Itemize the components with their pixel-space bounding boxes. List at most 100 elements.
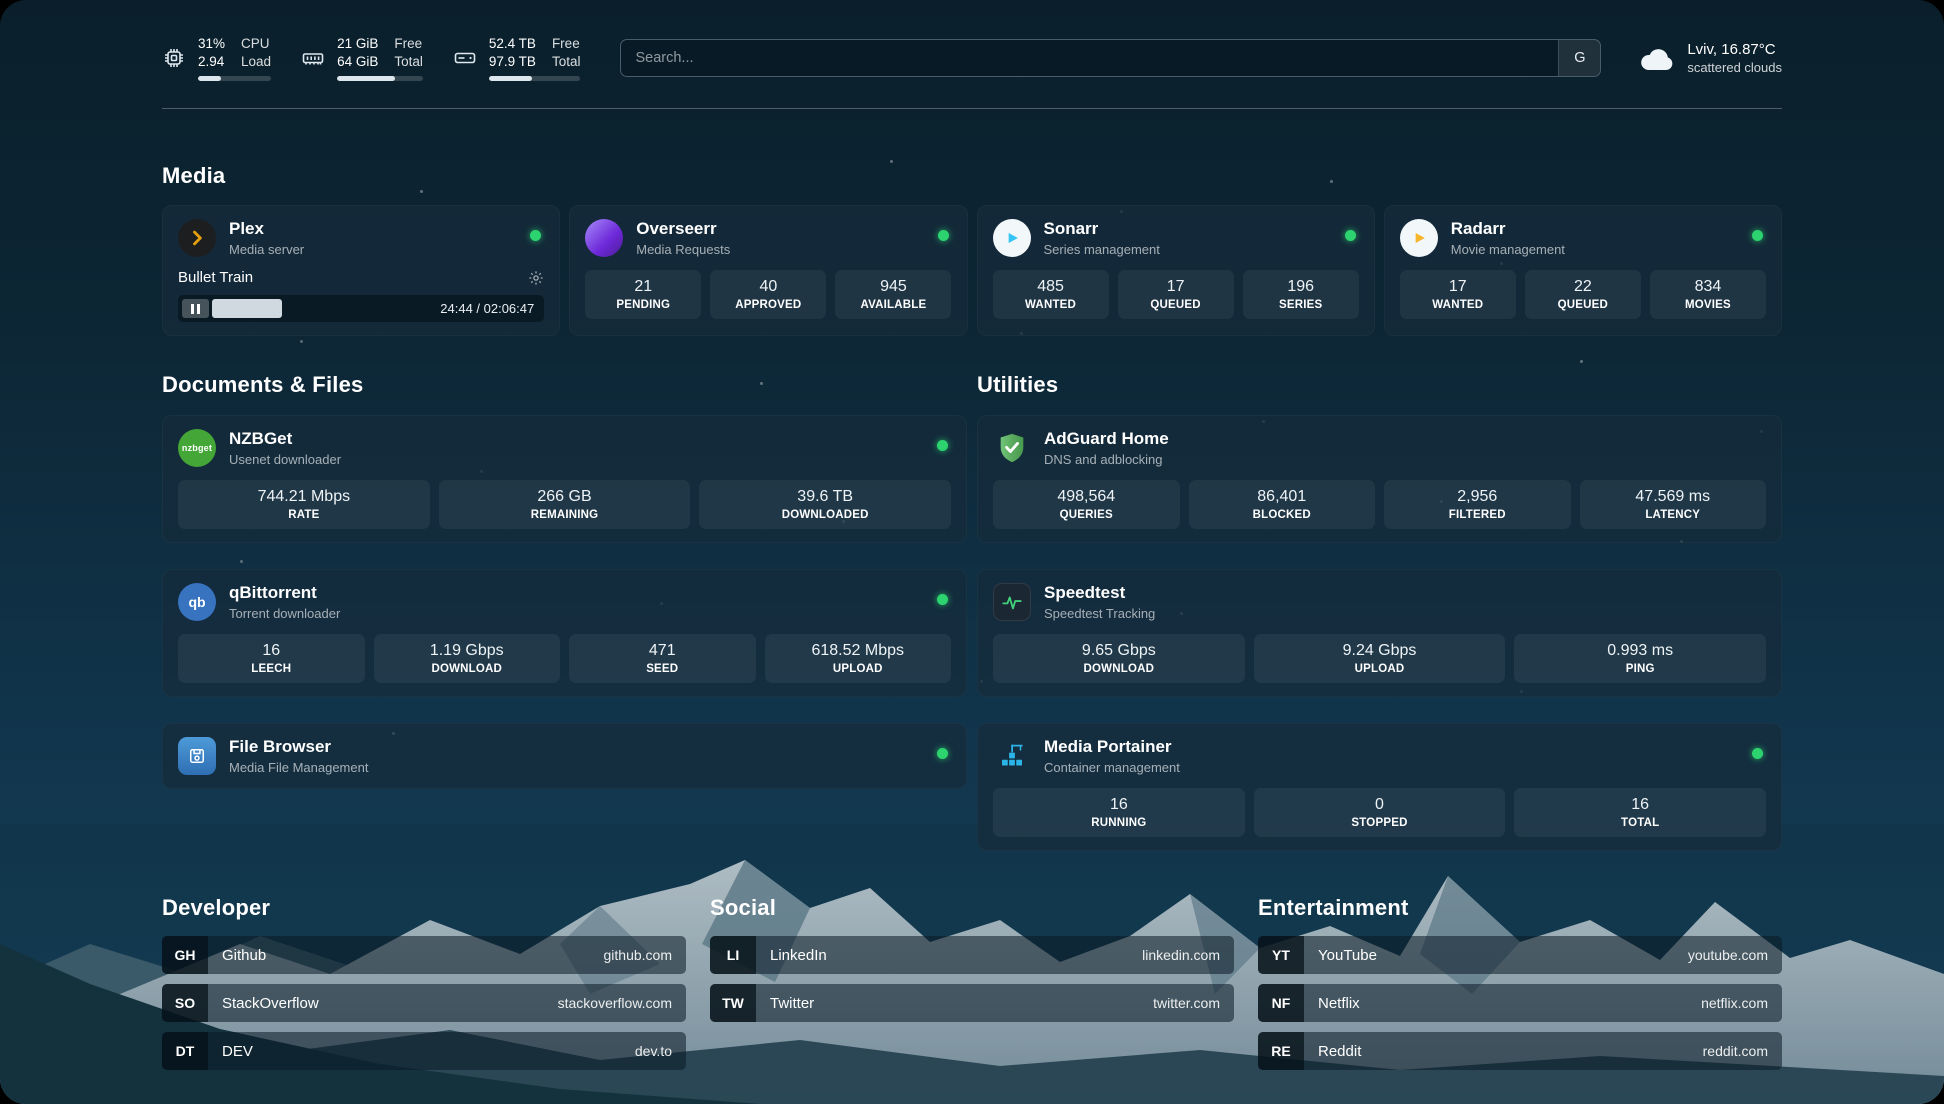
bookmark-netflix[interactable]: NFNetflixnetflix.com (1258, 984, 1782, 1022)
bookmark-name: LinkedIn (756, 947, 827, 964)
memory-free-value: 21 GiB (337, 35, 378, 53)
stat-label: WANTED (1404, 299, 1512, 311)
status-dot (937, 440, 948, 451)
app-subtitle: DNS and adblocking (1044, 452, 1169, 467)
memory-free-label: Free (394, 35, 423, 53)
bookmark-url: reddit.com (1703, 1043, 1782, 1059)
section-title-developer: Developer (162, 895, 686, 921)
stat-seed: 471SEED (569, 634, 756, 683)
cpu-progress-bar (198, 76, 271, 81)
topbar: 31% 2.94 CPU Load (162, 34, 1782, 82)
stat-queued: 17QUEUED (1118, 270, 1234, 319)
filebrowser-icon (178, 737, 216, 775)
nzbget-card[interactable]: nzbget NZBGet Usenet downloader 744.21 M… (162, 415, 967, 543)
bookmark-abbr: TW (710, 984, 756, 1022)
stat-label: FILTERED (1388, 509, 1567, 521)
bookmark-url: netflix.com (1701, 995, 1782, 1011)
stat-running: 16RUNNING (993, 788, 1245, 837)
bookmark-linkedin[interactable]: LILinkedInlinkedin.com (710, 936, 1234, 974)
bookmark-twitter[interactable]: TWTwitter twitter.com (710, 984, 1234, 1022)
adguard-icon (993, 429, 1031, 467)
plex-icon (178, 219, 216, 257)
bookmark-name: Github (208, 947, 266, 964)
stat-value: 16 (1518, 796, 1762, 814)
gear-icon[interactable] (528, 270, 544, 286)
stat-ping: 0.993 ms PING (1514, 634, 1766, 683)
stat-label: PING (1518, 663, 1762, 675)
cpu-load-value: 2.94 (198, 53, 225, 71)
stat-label: SERIES (1247, 299, 1355, 311)
stat-latency: 47.569 ms LATENCY (1580, 480, 1767, 529)
app-name: Media Portainer (1044, 737, 1180, 757)
stat-leech: 16LEECH (178, 634, 365, 683)
qbittorrent-card[interactable]: qb qBittorrent Torrent downloader 16LEEC… (162, 569, 967, 697)
search-bar: G (620, 39, 1601, 77)
stat-label: LATENCY (1584, 509, 1763, 521)
stat-value: 47.569 ms (1584, 488, 1763, 506)
bookmark-reddit[interactable]: RERedditreddit.com (1258, 1032, 1782, 1070)
app-name: Sonarr (1044, 219, 1160, 239)
portainer-icon (993, 737, 1031, 775)
stat-upload: 618.52 MbpsUPLOAD (765, 634, 952, 683)
plex-card[interactable]: Plex Media server Bullet Train (162, 205, 560, 336)
header-divider (162, 108, 1782, 109)
app-subtitle: Container management (1044, 760, 1180, 775)
memory-total-label: Total (394, 53, 423, 71)
app-name: Overseerr (636, 219, 730, 239)
pause-icon (191, 304, 200, 314)
bookmark-abbr: SO (162, 984, 208, 1022)
playback-progress-bar[interactable]: 24:44 / 02:06:47 (178, 295, 544, 322)
stat-downloaded: 39.6 TBDOWNLOADED (699, 480, 951, 529)
section-title-media: Media (162, 163, 1782, 189)
bookmark-url: twitter.com (1153, 995, 1234, 1011)
stat-label: BLOCKED (1193, 509, 1372, 521)
app-subtitle: Media server (229, 242, 304, 257)
bookmark-url: linkedin.com (1142, 947, 1234, 963)
pause-button[interactable] (182, 299, 209, 318)
status-dot (937, 594, 948, 605)
search-input[interactable] (621, 40, 1558, 76)
now-playing-title: Bullet Train (178, 269, 253, 286)
adguard-card[interactable]: AdGuard Home DNS and adblocking 498,564Q… (977, 415, 1782, 543)
radarr-card[interactable]: Radarr Movie management 17WANTED22QUEUED… (1384, 205, 1782, 336)
bookmark-name: StackOverflow (208, 995, 319, 1012)
stat-label: DOWNLOADED (703, 509, 947, 521)
search-engine-button[interactable]: G (1558, 40, 1600, 76)
stat-label: RUNNING (997, 817, 1241, 829)
status-dot (1752, 748, 1763, 759)
bookmark-abbr: GH (162, 936, 208, 974)
stat-label: MOVIES (1654, 299, 1762, 311)
portainer-card[interactable]: Media Portainer Container management 16R… (977, 723, 1782, 851)
speedtest-card[interactable]: Speedtest Speedtest Tracking 9.65 GbpsDO… (977, 569, 1782, 697)
stat-value: 945 (839, 278, 947, 296)
stat-label: STOPPED (1258, 817, 1502, 829)
filebrowser-card[interactable]: File Browser Media File Management (162, 723, 967, 789)
stat-rate: 744.21 MbpsRATE (178, 480, 430, 529)
status-dot (937, 748, 948, 759)
app-subtitle: Torrent downloader (229, 606, 340, 621)
ram-icon (301, 46, 325, 70)
section-media: Media Plex Media server Bullet T (162, 163, 1782, 336)
stat-value: 0 (1258, 796, 1502, 814)
overseerr-card[interactable]: Overseerr Media Requests 21PENDING40APPR… (569, 205, 967, 336)
bookmark-url: youtube.com (1688, 947, 1782, 963)
speedtest-icon (993, 583, 1031, 621)
stat-label: APPROVED (714, 299, 822, 311)
stat-value: 0.993 ms (1518, 642, 1762, 660)
stat-value: 16 (182, 642, 361, 660)
section-title-documents: Documents & Files (162, 372, 967, 398)
sonarr-card[interactable]: Sonarr Series management 485WANTED17QUEU… (977, 205, 1375, 336)
bookmark-github[interactable]: GHGithubgithub.com (162, 936, 686, 974)
stat-download: 1.19 GbpsDOWNLOAD (374, 634, 561, 683)
stat-label: PENDING (589, 299, 697, 311)
bookmark-name: Twitter (756, 995, 814, 1012)
disk-total-label: Total (552, 53, 581, 71)
section-title-social: Social (710, 895, 1234, 921)
cloud-icon (1639, 43, 1675, 73)
disk-progress-bar (489, 76, 581, 81)
section-social: Social LILinkedInlinkedin.comTWTwittertw… (710, 895, 1234, 1070)
weather-widget: Lviv, 16.87°C scattered clouds (1639, 41, 1782, 75)
bookmark-youtube[interactable]: YTYouTubeyoutube.com (1258, 936, 1782, 974)
bookmark-stackoverflow[interactable]: SOStackOverflowstackoverflow.com (162, 984, 686, 1022)
bookmark-dev[interactable]: DTDEVdev.to (162, 1032, 686, 1070)
